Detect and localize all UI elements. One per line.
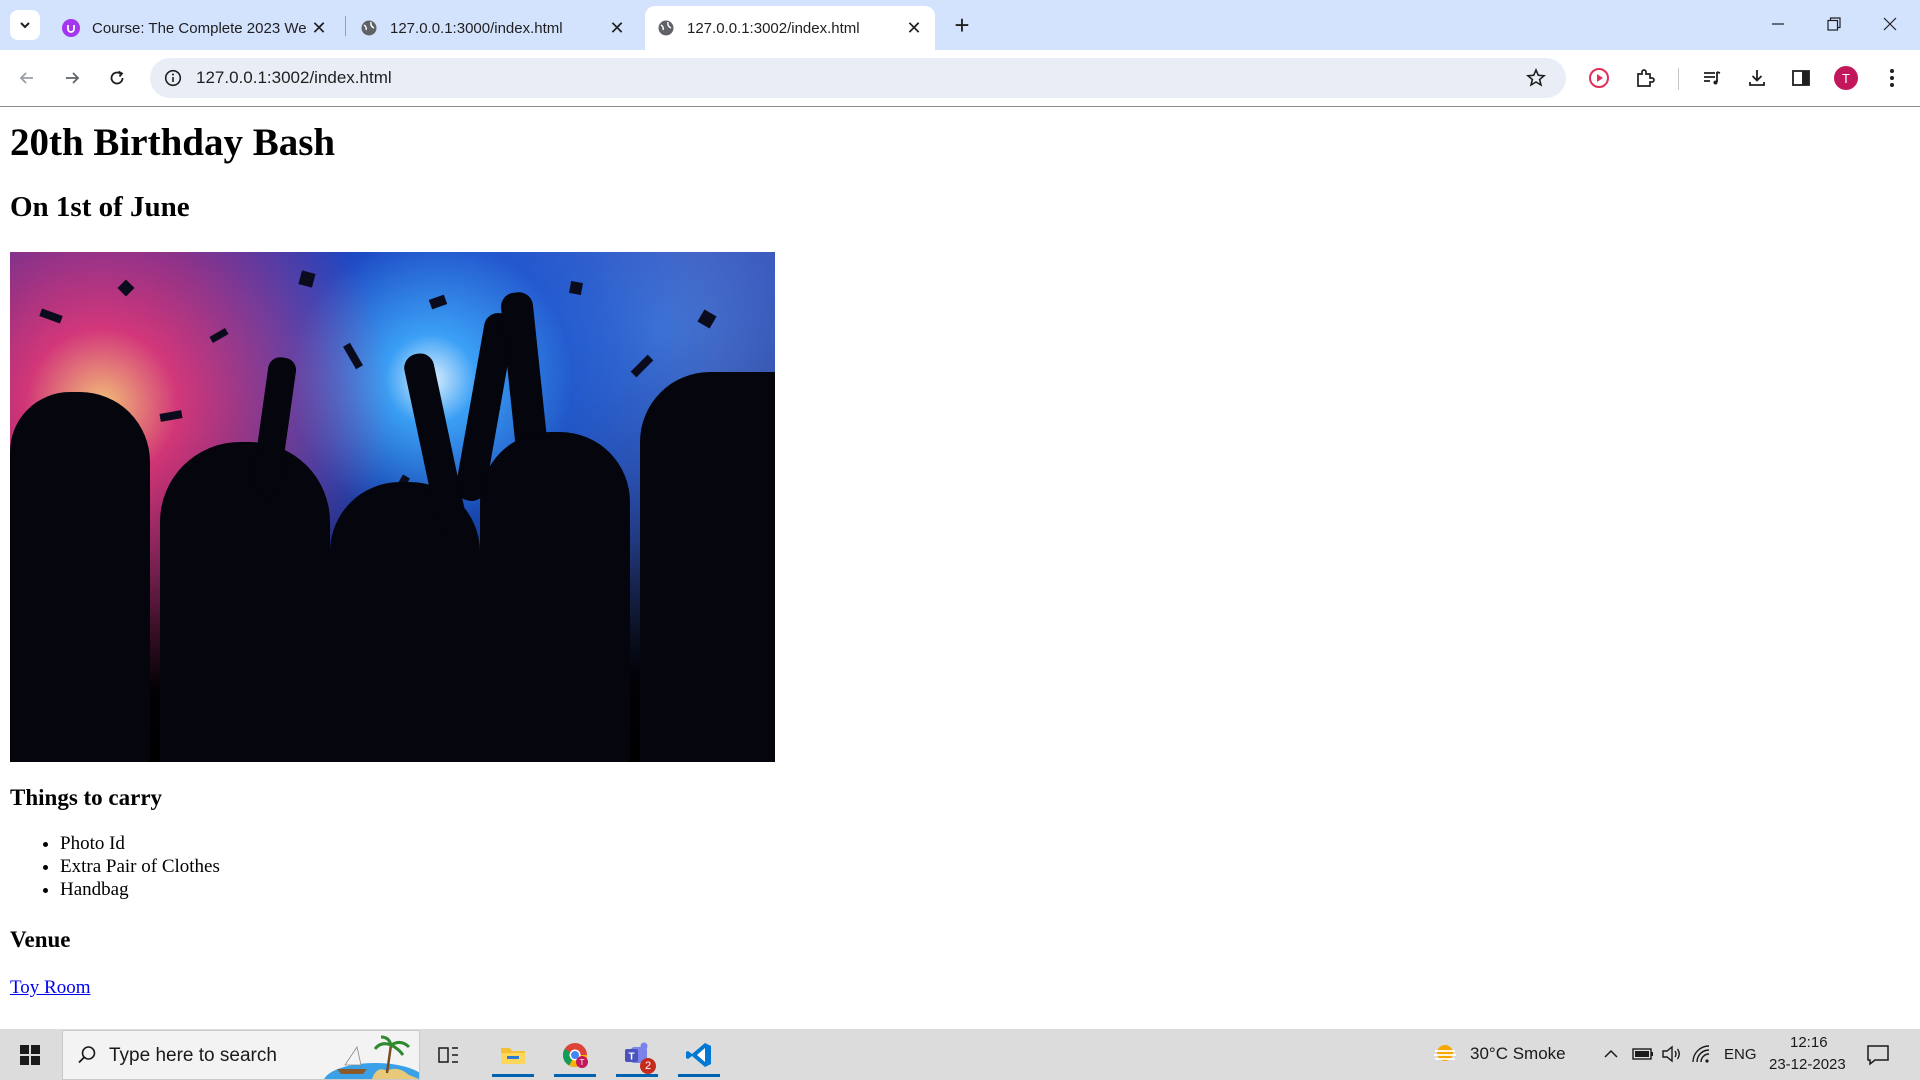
task-view-button[interactable] (424, 1032, 474, 1077)
things-list: Photo Id Extra Pair of Clothes Handbag (20, 832, 220, 901)
weather-text[interactable]: 30°C Smoke (1470, 1044, 1566, 1064)
globe-icon (657, 19, 675, 37)
weather-haze-icon (1434, 1045, 1456, 1061)
extensions-icon[interactable] (1629, 62, 1661, 94)
restore-button[interactable] (1806, 0, 1862, 48)
page-title: 20th Birthday Bash (10, 121, 336, 164)
windows-icon (20, 1045, 40, 1065)
tab-strip: Course: The Complete 2023 We ✕ 127.0.0.1… (0, 0, 1920, 50)
arrow-right-icon (66, 72, 80, 84)
tab-search-button[interactable] (10, 10, 40, 40)
volume-icon[interactable] (1661, 1044, 1683, 1064)
clock-date[interactable]: 23-12-2023 (1769, 1056, 1846, 1073)
search-icon (78, 1046, 96, 1064)
arrow-left-icon (19, 72, 33, 84)
task-view-icon (438, 1046, 458, 1063)
star-icon[interactable] (1526, 68, 1546, 88)
page-subtitle: On 1st of June (10, 191, 190, 223)
media-controls-icon[interactable] (1696, 62, 1728, 94)
close-icon[interactable]: ✕ (308, 17, 330, 39)
close-window-button[interactable] (1862, 0, 1918, 48)
close-icon[interactable]: ✕ (606, 17, 628, 39)
kebab-menu-icon[interactable] (1876, 62, 1908, 94)
notification-center-icon[interactable] (1866, 1043, 1890, 1067)
vscode-taskbar-button[interactable] (674, 1032, 724, 1077)
tab-title: Course: The Complete 2023 We (92, 19, 307, 37)
teams-taskbar-button[interactable]: T 2 (612, 1032, 662, 1077)
udemy-icon (62, 19, 80, 37)
close-icon[interactable]: ✕ (903, 17, 925, 39)
url-text[interactable]: 127.0.0.1:3002/index.html (196, 68, 392, 88)
language-indicator[interactable]: ENG (1724, 1046, 1757, 1063)
tab-course[interactable]: Course: The Complete 2023 We ✕ (50, 6, 340, 50)
browser-toolbar: 127.0.0.1:3002/index.html T (0, 50, 1920, 107)
venue-link[interactable]: Toy Room (10, 977, 90, 999)
svg-text:T: T (628, 1051, 634, 1062)
address-bar[interactable]: 127.0.0.1:3002/index.html (150, 58, 1566, 98)
minimize-button[interactable] (1750, 0, 1806, 48)
file-explorer-button[interactable] (488, 1032, 538, 1077)
folder-icon (501, 1047, 525, 1064)
tab-localhost-3002[interactable]: 127.0.0.1:3002/index.html ✕ (645, 6, 935, 50)
start-button[interactable] (10, 1039, 50, 1071)
reload-icon (110, 70, 124, 85)
notification-badge: 2 (640, 1058, 656, 1074)
new-tab-button[interactable]: + (948, 10, 976, 40)
beach-illustration-icon (324, 1035, 419, 1079)
clock-time[interactable]: 12:16 (1790, 1034, 1828, 1051)
chevron-down-icon (20, 22, 30, 29)
info-icon[interactable] (164, 69, 182, 87)
tab-title: 127.0.0.1:3000/index.html (390, 19, 563, 37)
list-item: Extra Pair of Clothes (60, 855, 220, 878)
list-item: Handbag (60, 878, 220, 901)
list-item: Photo Id (60, 832, 220, 855)
wifi-icon[interactable] (1691, 1044, 1713, 1064)
tab-title: 127.0.0.1:3002/index.html (687, 19, 860, 37)
profile-avatar[interactable]: T (1830, 62, 1862, 94)
page-content: 20th Birthday Bash On 1st of June Things… (0, 107, 1920, 1029)
things-heading: Things to carry (10, 785, 163, 810)
taskbar: Type here to search T T 2 30°C Smoke ENG (0, 1029, 1920, 1080)
chrome-icon: T (562, 1042, 588, 1068)
chrome-taskbar-button[interactable]: T (550, 1032, 600, 1077)
search-placeholder: Type here to search (109, 1045, 277, 1066)
tab-localhost-3000[interactable]: 127.0.0.1:3000/index.html ✕ (348, 6, 638, 50)
forward-button[interactable] (56, 62, 88, 94)
battery-icon[interactable] (1632, 1046, 1654, 1062)
taskbar-search-box[interactable]: Type here to search (62, 1030, 420, 1080)
svg-text:T: T (580, 1058, 585, 1067)
reload-button[interactable] (101, 62, 133, 94)
chevron-up-icon[interactable] (1603, 1047, 1619, 1061)
side-panel-icon[interactable] (1785, 62, 1817, 94)
vscode-icon (686, 1042, 711, 1067)
venue-heading: Venue (10, 927, 71, 952)
back-button[interactable] (11, 62, 43, 94)
globe-icon (360, 19, 378, 37)
media-extension-icon[interactable] (1583, 62, 1615, 94)
download-icon[interactable] (1741, 62, 1773, 94)
party-image (10, 252, 775, 762)
